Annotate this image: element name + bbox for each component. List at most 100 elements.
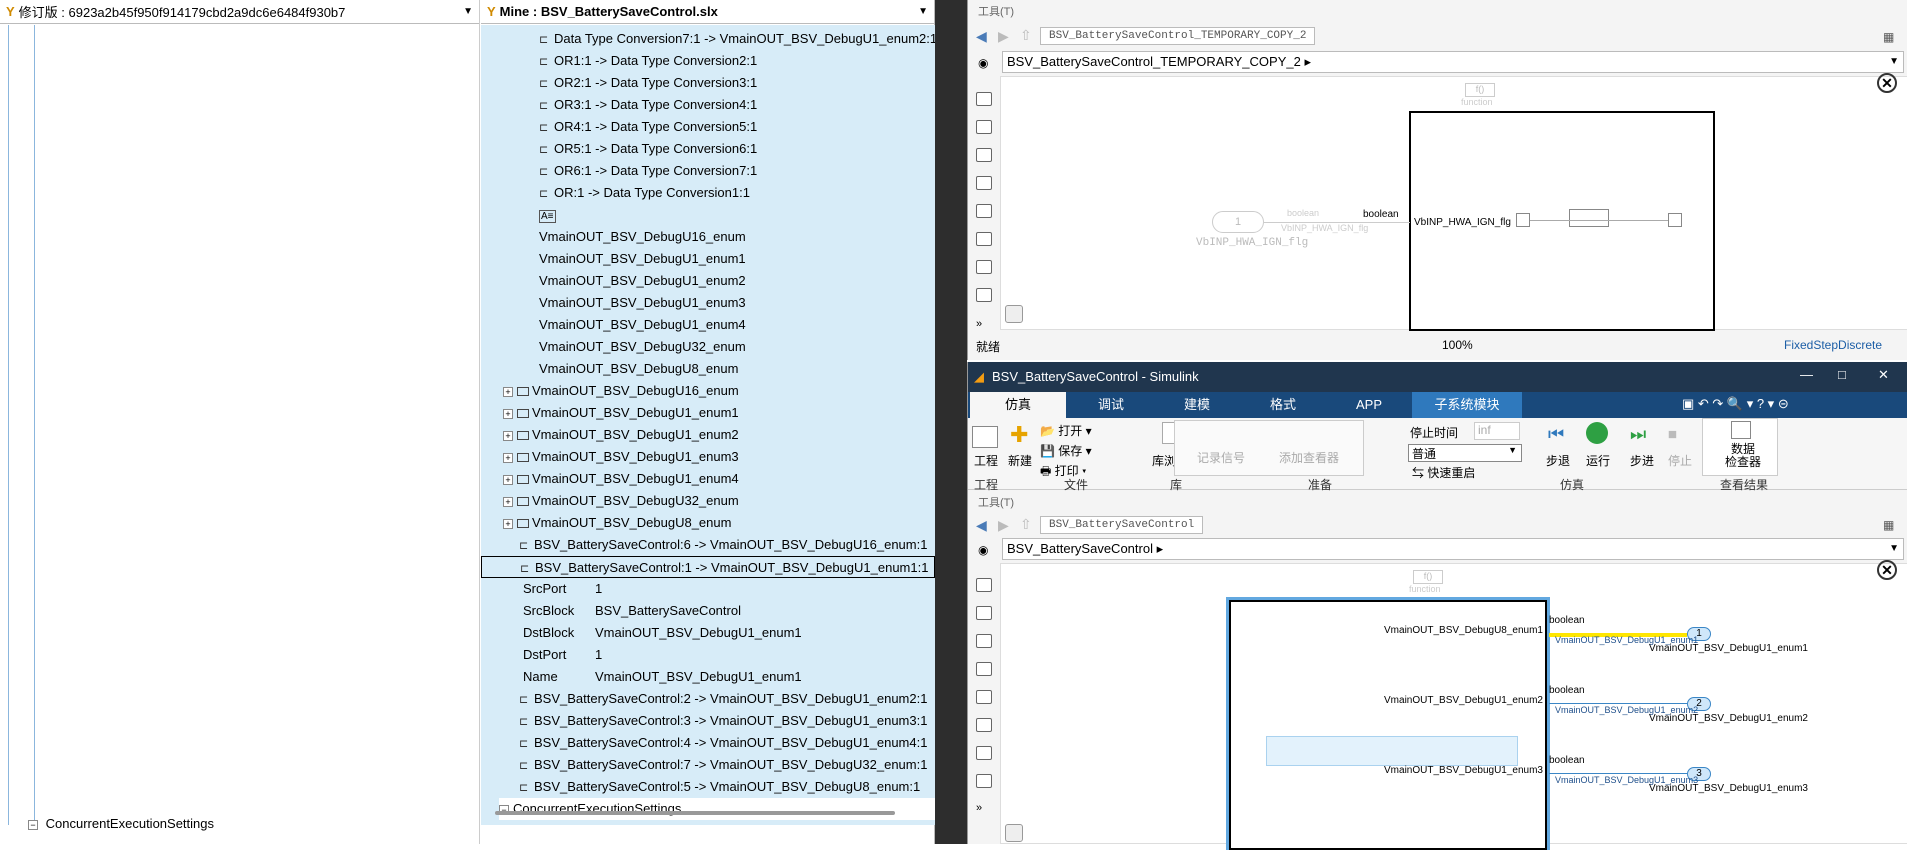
history-icon[interactable]: ◉ [978, 56, 988, 70]
tree-row-line[interactable]: ⊏ OR:1 -> Data Type Conversion1:1 [539, 182, 750, 204]
browser-icon[interactable] [976, 288, 992, 302]
step-back-button[interactable]: 步退 [1546, 452, 1570, 469]
tree-row-block[interactable]: + VmainOUT_BSV_DebugU8_enum [503, 512, 731, 534]
tab-temp-copy[interactable]: BSV_BatterySaveControl_TEMPORARY_COPY_2 [1040, 27, 1316, 45]
expand-icon[interactable]: + [503, 518, 513, 529]
close-icon[interactable]: ✕ [1877, 560, 1897, 580]
zoom-icon[interactable] [976, 578, 992, 592]
up-arrow-icon[interactable]: ⇧ [1020, 516, 1032, 533]
new-button[interactable]: 新建 [1008, 452, 1032, 469]
annotation-icon[interactable] [976, 176, 992, 190]
tree-row-line[interactable]: ⊏ BSV_BatterySaveControl:7 -> VmainOUT_BS… [519, 754, 927, 776]
tab-model[interactable]: BSV_BatterySaveControl [1040, 516, 1204, 534]
tree-row-block[interactable]: + VmainOUT_BSV_DebugU1_enum1 [503, 402, 739, 424]
fit-view-icon[interactable] [976, 606, 992, 620]
database-icon[interactable] [1005, 305, 1023, 323]
tree-row-block[interactable]: + VmainOUT_BSV_DebugU1_enum2 [503, 424, 739, 446]
tab-debug[interactable]: 调试 [1068, 392, 1154, 418]
tree-row-item[interactable]: VmainOUT_BSV_DebugU1_enum1 [539, 248, 746, 270]
function-block[interactable]: f() [1413, 570, 1443, 584]
expand-icon[interactable]: + [503, 474, 513, 485]
signal-line[interactable] [1549, 773, 1687, 774]
grid-icon[interactable]: ▦ [1883, 518, 1894, 532]
step-forward-button[interactable]: 步进 [1630, 452, 1654, 469]
function-block[interactable]: f() [1465, 83, 1495, 97]
expand-icon[interactable]: + [503, 452, 513, 463]
database-icon[interactable] [1005, 824, 1023, 842]
tree-row-item[interactable]: VmainOUT_BSV_DebugU1_enum2 [539, 270, 746, 292]
tab-subsystem[interactable]: 子系统模块 [1412, 392, 1522, 418]
expand-icon[interactable]: + [503, 386, 513, 397]
model-canvas[interactable]: f() function VmainOUT_BSV_DebugU8_enum1 b… [1000, 560, 1907, 850]
tree-row-block[interactable]: + VmainOUT_BSV_DebugU1_enum4 [503, 468, 739, 490]
tree-row-line[interactable]: ⊏ OR5:1 -> Data Type Conversion6:1 [539, 138, 757, 160]
solver-label[interactable]: FixedStepDiscrete [1784, 338, 1882, 352]
chevron-down-icon[interactable]: ▼ [918, 6, 928, 17]
tree-row-item[interactable]: VmainOUT_BSV_DebugU1_enum4 [539, 314, 746, 336]
box-icon[interactable] [976, 232, 992, 246]
tree-row-line[interactable]: ⊏ OR4:1 -> Data Type Conversion5:1 [539, 116, 757, 138]
tree-row-line[interactable]: ⊏ OR3:1 -> Data Type Conversion4:1 [539, 94, 757, 116]
run-button[interactable]: 运行 [1586, 452, 1610, 469]
tree-row-item[interactable]: VmainOUT_BSV_DebugU8_enum [539, 358, 738, 380]
forward-arrow-icon[interactable]: ▶ [998, 28, 1009, 45]
expand-icon[interactable]: + [503, 408, 513, 419]
arrow-icon[interactable] [976, 148, 992, 162]
run-icon[interactable] [1586, 422, 1608, 444]
annotation-icon[interactable] [976, 662, 992, 676]
image-icon[interactable] [976, 204, 992, 218]
tree-row-line[interactable]: ⊏ BSV_BatterySaveControl:4 -> VmainOUT_BS… [519, 732, 927, 754]
signal-line[interactable] [1549, 703, 1687, 704]
expand-icon[interactable]: » [976, 802, 982, 814]
chevron-down-icon[interactable]: ▼ [463, 6, 473, 17]
tree-row-line[interactable]: ⊏ OR1:1 -> Data Type Conversion2:1 [539, 50, 757, 72]
step-back-icon[interactable]: ⏮ [1548, 424, 1564, 445]
data-inspector-button[interactable]: 数据 检查器 [1702, 418, 1778, 476]
new-icon[interactable]: ✚ [1010, 422, 1028, 448]
tree-row-line[interactable]: ⊏ OR2:1 -> Data Type Conversion3:1 [539, 72, 757, 94]
tree-row-selected[interactable]: ⊏ BSV_BatterySaveControl:1 -> VmainOUT_BS… [481, 556, 935, 578]
tab-apps[interactable]: APP [1326, 392, 1412, 418]
image-icon[interactable] [976, 690, 992, 704]
stop-button[interactable]: 停止 [1668, 452, 1692, 469]
tree-row-block[interactable]: + VmainOUT_BSV_DebugU1_enum3 [503, 446, 739, 468]
subsystem-block[interactable] [1226, 597, 1550, 850]
tree-row-line[interactable]: ⊏ OR6:1 -> Data Type Conversion7:1 [539, 160, 757, 182]
tree-row-line[interactable]: ⊏ BSV_BatterySaveControl:6 -> VmainOUT_BS… [519, 534, 927, 556]
expand-icon[interactable]: + [503, 496, 513, 507]
tree-row-item[interactable]: VmainOUT_BSV_DebugU16_enum [539, 226, 746, 248]
history-icon[interactable]: ◉ [978, 543, 988, 557]
address-bar[interactable]: BSV_BatterySaveControl ▸ ▼ [1002, 538, 1904, 560]
stop-time-input[interactable]: inf [1474, 422, 1520, 440]
browser-icon[interactable] [976, 774, 992, 788]
address-bar[interactable]: BSV_BatterySaveControl_TEMPORARY_COPY_2 … [1002, 51, 1904, 73]
close-window-icon[interactable]: ✕ [1878, 367, 1889, 383]
expand-icon[interactable]: » [976, 318, 982, 330]
tree-row-concurrent[interactable]: − ConcurrentExecutionSettings [499, 798, 935, 820]
tools-menu[interactable]: 工具(T) [978, 3, 1014, 19]
fit-view-icon[interactable] [976, 120, 992, 134]
tree-item-concurrent[interactable]: − ConcurrentExecutionSettings [28, 816, 214, 831]
zoom-icon[interactable] [976, 92, 992, 106]
maximize-icon[interactable]: □ [1838, 367, 1846, 382]
revision-header[interactable]: Y 修订版 : 6923a2b45f950f914179cbd2a9dc6e64… [0, 0, 479, 24]
forward-arrow-icon[interactable]: ▶ [998, 517, 1009, 534]
tab-simulation[interactable]: 仿真 [970, 392, 1066, 418]
tree-row-line[interactable]: ⊏ BSV_BatterySaveControl:3 -> VmainOUT_BS… [519, 710, 927, 732]
tree-row-line[interactable]: ⊏ BSV_BatterySaveControl:5 -> VmainOUT_BS… [519, 776, 920, 798]
tree-row-line[interactable]: ⊏ Data Type Conversion7:1 -> VmainOUT_BSV… [539, 28, 935, 50]
camera-icon[interactable] [976, 746, 992, 760]
expand-icon[interactable]: + [503, 430, 513, 441]
close-icon[interactable]: ✕ [1877, 73, 1897, 93]
tree-row-annotation[interactable]: A≡ [539, 204, 556, 226]
up-arrow-icon[interactable]: ⇧ [1020, 27, 1032, 44]
collapse-icon[interactable]: − [28, 819, 38, 830]
stop-icon[interactable]: ⏹ [1668, 424, 1677, 445]
back-arrow-icon[interactable]: ◀ [976, 28, 987, 45]
tree-row-item[interactable]: VmainOUT_BSV_DebugU32_enum [539, 336, 746, 358]
box-icon[interactable] [976, 718, 992, 732]
tree-row-block[interactable]: + VmainOUT_BSV_DebugU32_enum [503, 490, 739, 512]
tree-row-item[interactable]: VmainOUT_BSV_DebugU1_enum3 [539, 292, 746, 314]
quick-access-icons[interactable]: ▣ ↶ ↷ 🔍 ▾ ? ▾ ⊝ [1682, 396, 1789, 412]
project-icon[interactable] [972, 426, 998, 448]
